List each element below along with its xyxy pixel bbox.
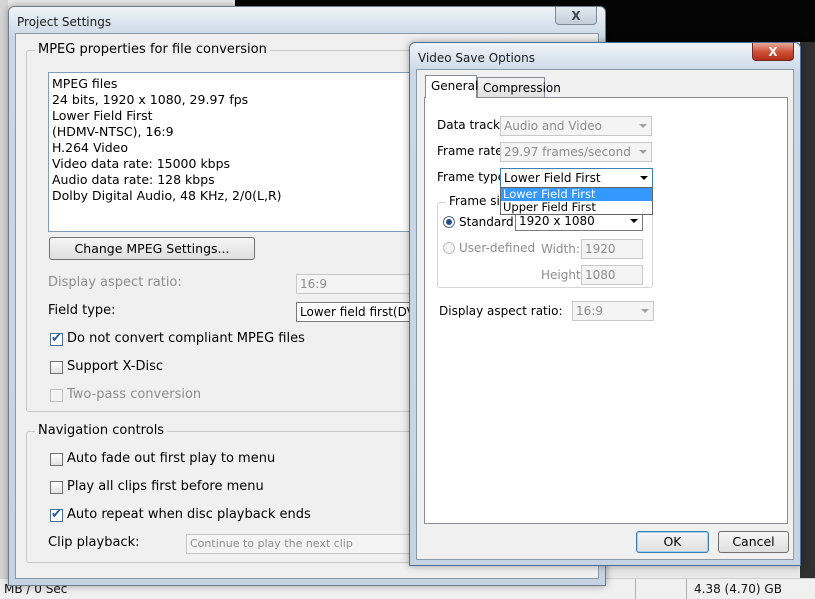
height-field: 1080 — [581, 265, 643, 285]
chevron-down-icon — [639, 150, 647, 154]
frame-rate-value: 29.97 frames/second — [504, 145, 631, 159]
video-save-options-dialog: Video Save Options X General Compression… — [409, 42, 801, 566]
display-aspect-label: Display aspect ratio: — [439, 304, 563, 318]
two-pass-checkbox — [50, 389, 63, 402]
play-all-checkbox[interactable] — [50, 481, 63, 494]
auto-repeat-checkbox[interactable] — [50, 507, 63, 522]
play-all-label[interactable]: Play all clips first before menu — [67, 479, 264, 494]
frame-rate-label: Frame rate: — [437, 144, 507, 158]
info-line: 24 bits, 1920 x 1080, 29.97 fps — [52, 92, 249, 107]
general-tab-page: Data track: Audio and Video Frame rate: … — [424, 97, 788, 524]
close-button[interactable]: X — [555, 7, 597, 25]
support-xdisc-checkbox[interactable] — [50, 361, 63, 374]
status-separator — [635, 579, 636, 599]
info-line: MPEG files — [52, 76, 118, 91]
close-button[interactable]: X — [752, 43, 794, 61]
ok-button[interactable]: OK — [636, 531, 709, 553]
frame-type-dropdown: Lower Field First Upper Field First — [500, 187, 653, 215]
clip-playback-label: Clip playback: — [48, 535, 140, 550]
chevron-down-icon — [640, 176, 648, 180]
display-aspect-value: 16:9 — [576, 304, 603, 318]
info-line: Lower Field First — [52, 108, 153, 123]
mpeg-info-box: MPEG files 24 bits, 1920 x 1080, 29.97 f… — [48, 72, 448, 232]
display-aspect-field: 16:9 — [296, 274, 416, 294]
dropdown-option-upper-field-first[interactable]: Upper Field First — [501, 201, 652, 214]
info-line: Video data rate: 15000 kbps — [52, 156, 231, 171]
auto-fade-label[interactable]: Auto fade out first play to menu — [67, 451, 275, 466]
auto-repeat-label[interactable]: Auto repeat when disc playback ends — [67, 507, 311, 522]
frame-rate-select: 29.97 frames/second — [500, 142, 652, 162]
do-not-convert-label[interactable]: Do not convert compliant MPEG files — [67, 331, 305, 346]
standard-radio[interactable] — [443, 216, 455, 228]
info-line: (HDMV-NTSC), 16:9 — [52, 124, 174, 139]
do-not-convert-checkbox[interactable] — [50, 331, 63, 346]
close-icon: X — [768, 44, 778, 59]
info-line: Audio data rate: 128 kbps — [52, 172, 215, 187]
width-label: Width: — [541, 242, 580, 256]
two-pass-label: Two-pass conversion — [67, 387, 202, 402]
user-defined-radio — [443, 242, 455, 254]
cancel-button[interactable]: Cancel — [718, 531, 789, 553]
video-save-options-client: General Compression Data track: Audio an… — [416, 69, 794, 560]
info-line: Dolby Digital Audio, 48 KHz, 2/0(L,R) — [52, 188, 282, 203]
chevron-down-icon — [630, 219, 638, 223]
background-right-strip — [800, 42, 815, 578]
standard-label[interactable]: Standard: — [459, 215, 518, 229]
data-track-label: Data track: — [437, 118, 505, 132]
dialog-title: Video Save Options — [418, 51, 536, 65]
window-title: Project Settings — [17, 15, 112, 29]
tab-general[interactable]: General — [425, 75, 478, 98]
tab-compression[interactable]: Compression — [477, 77, 561, 98]
height-label: Height: — [541, 268, 585, 282]
frame-type-select[interactable]: Lower Field First — [500, 168, 653, 188]
frame-type-value: Lower Field First — [504, 171, 601, 185]
group-title: MPEG properties for file conversion — [35, 42, 270, 57]
chevron-down-icon — [639, 124, 647, 128]
change-mpeg-settings-button[interactable]: Change MPEG Settings... — [49, 237, 255, 260]
field-type-select[interactable]: Lower field first(DV) — [296, 302, 416, 322]
width-field: 1920 — [581, 239, 643, 259]
status-disc-size: 4.38 (4.70) GB — [694, 582, 782, 596]
status-separator — [686, 579, 687, 599]
auto-fade-checkbox[interactable] — [50, 453, 63, 466]
standard-size-value: 1920 x 1080 — [519, 214, 595, 228]
background-left-strip — [0, 0, 8, 599]
user-defined-label: User-defined — [459, 241, 536, 255]
data-track-select: Audio and Video — [500, 116, 652, 136]
display-aspect-label: Display aspect ratio: — [48, 275, 182, 290]
info-line: H.264 Video — [52, 140, 129, 155]
group-title: Navigation controls — [35, 423, 168, 438]
chevron-down-icon — [641, 309, 649, 313]
field-type-label: Field type: — [48, 303, 116, 318]
frame-type-label: Frame type: — [437, 170, 510, 184]
clip-playback-select: Continue to play the next clip — [186, 534, 416, 554]
support-xdisc-label[interactable]: Support X-Disc — [67, 359, 163, 374]
display-aspect-select: 16:9 — [572, 301, 654, 321]
close-icon: X — [571, 8, 581, 23]
data-track-value: Audio and Video — [504, 119, 602, 133]
